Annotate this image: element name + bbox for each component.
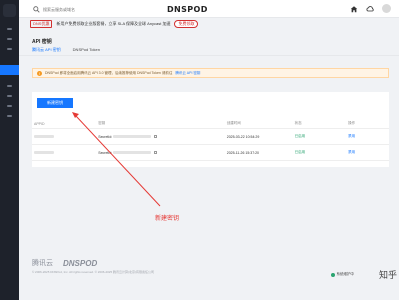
col-secret: 密钥	[96, 119, 225, 129]
status-badge: 已启用	[292, 128, 347, 145]
tencent-cloud-logo: 腾讯云	[32, 260, 53, 267]
status-badge: 已启用	[292, 144, 347, 161]
col-created: 创建时间	[224, 119, 293, 129]
secret-prefix: SecretId:	[98, 134, 113, 139]
api-key-card: 新建密钥 APPID 密钥 创建时间 状态 操作 SecretId: 2025-…	[32, 92, 389, 167]
sidebar-item[interactable]	[7, 115, 12, 117]
notice-text: DNSPod 即将全面启用腾讯云 API 3.0 管理，后续推荐使用 DNSPo…	[45, 70, 173, 75]
disable-link[interactable]: 禁用	[346, 144, 389, 161]
notice-banner: ! DNSPod 即将全面启用腾讯云 API 3.0 管理，后续推荐使用 DNS…	[32, 68, 389, 78]
api-key-table: APPID 密钥 创建时间 状态 操作 SecretId: 2025-03-22…	[32, 119, 389, 161]
notice-link[interactable]: 腾讯云 API 密钥	[175, 71, 200, 76]
col-action: 操作	[346, 119, 389, 129]
top-actions	[350, 4, 391, 13]
secret-cell: SecretId:	[96, 128, 225, 145]
home-icon[interactable]	[350, 5, 358, 13]
cloud-icon[interactable]	[366, 5, 374, 13]
created-cell: 2025-11-26 15:37:20	[224, 144, 293, 161]
table-row: SecretId: 2025-03-22 10:54:29 已启用 禁用	[32, 128, 389, 145]
secret-prefix: SecretId:	[98, 150, 113, 155]
top-bar: DNSPOD	[19, 0, 399, 18]
avatar[interactable]	[382, 4, 391, 13]
table-row: SecretId: 2025-11-26 15:37:20 已启用 禁用	[32, 144, 389, 161]
sidebar-item[interactable]	[7, 95, 12, 97]
footer-logos: 腾讯云 DNSPOD	[32, 258, 97, 268]
sidebar	[0, 0, 19, 300]
tab-divider	[19, 55, 399, 56]
promo-tag: DNS优惠	[30, 19, 53, 28]
copy-icon[interactable]	[154, 151, 158, 155]
col-status: 状态	[292, 119, 347, 129]
sidebar-item[interactable]	[7, 28, 12, 30]
sidebar-item[interactable]	[7, 48, 12, 50]
promo-text: 新用户免费领取企业版套餐，立享 SLA 保障及全球 Anycast 加速	[56, 20, 171, 26]
promo-button[interactable]: 免费领取	[174, 19, 199, 28]
new-key-button[interactable]: 新建密钥	[37, 98, 73, 108]
page-title: API 密钥	[32, 39, 52, 45]
appid-cell	[32, 128, 97, 145]
watermark: 知乎	[378, 271, 397, 281]
table-header-row: APPID 密钥 创建时间 状态 操作	[32, 119, 389, 129]
disable-link[interactable]: 禁用	[346, 128, 389, 145]
brand-logo[interactable]: DNSPOD	[167, 5, 208, 14]
col-appid: APPID	[32, 119, 97, 129]
sidebar-item[interactable]	[7, 105, 12, 107]
search-icon	[33, 0, 40, 18]
appid-cell	[32, 144, 97, 161]
annotation-label: 新建密钥	[155, 216, 180, 222]
warning-icon: !	[37, 70, 42, 76]
search-box[interactable]	[33, 4, 103, 14]
created-cell: 2025-03-22 10:54:29	[224, 128, 293, 145]
sidebar-logo[interactable]	[3, 4, 16, 17]
sidebar-item[interactable]	[7, 38, 12, 40]
promo-banner: DNS优惠 新用户免费领取企业版套餐，立享 SLA 保障及全球 Anycast …	[30, 19, 199, 28]
sidebar-item[interactable]	[7, 85, 12, 87]
secret-cell: SecretId:	[96, 144, 225, 161]
dnspod-logo: DNSPOD	[63, 258, 98, 268]
status-dot-icon	[330, 272, 335, 277]
sidebar-item-active[interactable]	[0, 65, 19, 75]
system-status-text: 系统维护中	[336, 272, 355, 276]
search-input[interactable]	[43, 6, 103, 12]
copyright: © 2006-2025 DNSPod, Inc. All rights rese…	[32, 270, 154, 274]
system-status[interactable]: 系统维护中	[330, 272, 355, 277]
copy-icon[interactable]	[154, 135, 158, 139]
